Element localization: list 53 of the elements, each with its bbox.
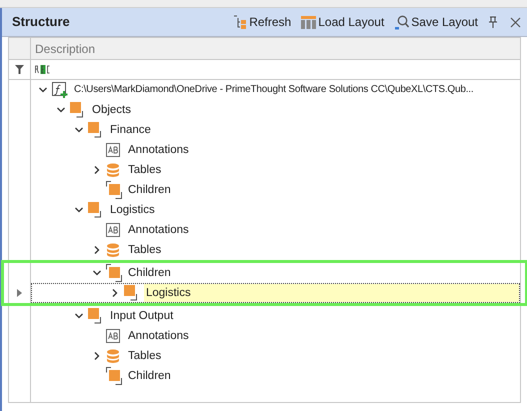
text-field-icon	[106, 223, 120, 237]
columns-icon	[301, 16, 316, 28]
chevron-down-icon[interactable]	[74, 311, 84, 321]
tree-node-label[interactable]: C:\Users\MarkDiamond\OneDrive - PrimeThought Software Solutions CC\QubeXL\CTS.Qub...	[72, 81, 476, 99]
database-icon	[106, 242, 120, 258]
object-icon	[124, 285, 140, 301]
database-icon	[106, 162, 120, 178]
chevron-down-icon[interactable]	[92, 268, 102, 278]
tree-node-label[interactable]: Input Output	[108, 307, 176, 325]
column-header[interactable]: Description	[31, 38, 96, 59]
tree-node-label[interactable]: Children	[126, 264, 173, 282]
refresh-button[interactable]: Refresh	[233, 13, 292, 31]
nested-object-icon	[106, 264, 124, 282]
filter-icon[interactable]	[15, 65, 24, 74]
chevron-down-icon[interactable]	[38, 85, 48, 95]
object-icon	[88, 122, 104, 138]
selected-row[interactable]: Logistics	[31, 283, 520, 303]
nested-object-icon	[106, 181, 124, 199]
tree-node-label[interactable]: Objects	[90, 101, 133, 119]
search-icon	[394, 14, 410, 30]
text-filter-icon[interactable]	[35, 65, 51, 74]
chevron-down-icon[interactable]	[74, 125, 84, 135]
text-field-icon	[106, 329, 120, 343]
tree-node-label[interactable]: Annotations	[126, 141, 191, 159]
chevron-right-icon[interactable]	[92, 351, 102, 361]
chevron-right-icon[interactable]	[92, 165, 102, 175]
text-field-icon	[106, 143, 120, 157]
formula-file-icon	[52, 82, 68, 98]
object-icon	[88, 308, 104, 324]
tree-node-label[interactable]: Children	[126, 181, 173, 199]
tree-node-label[interactable]: Tables	[126, 241, 164, 259]
save-button[interactable]: Save Layout	[394, 13, 478, 31]
tree-node-label[interactable]: Logistics	[144, 284, 193, 302]
tree-node-label[interactable]: Tables	[126, 161, 164, 179]
object-icon	[70, 102, 86, 118]
tree-node-label[interactable]: Logistics	[108, 201, 157, 219]
chevron-right-icon[interactable]	[110, 288, 120, 298]
chevron-right-icon[interactable]	[92, 245, 102, 255]
chevron-down-icon[interactable]	[56, 105, 66, 115]
refresh-tree-icon	[233, 15, 248, 29]
tree-node-label[interactable]: Children	[126, 367, 173, 385]
tree-node-label[interactable]: Annotations	[126, 221, 191, 239]
tree-node-label[interactable]: Annotations	[126, 327, 191, 345]
tree-node-label[interactable]: Finance	[108, 121, 153, 139]
tree-node-label[interactable]: Tables	[126, 347, 164, 365]
close-icon[interactable]	[510, 16, 521, 28]
panel-title: Structure	[12, 13, 70, 32]
pin-icon[interactable]	[488, 16, 498, 28]
object-icon	[88, 202, 104, 218]
database-icon	[106, 348, 120, 364]
load-button[interactable]: Load Layout	[301, 13, 384, 31]
chevron-down-icon[interactable]	[74, 205, 84, 215]
nested-object-icon	[106, 367, 124, 385]
